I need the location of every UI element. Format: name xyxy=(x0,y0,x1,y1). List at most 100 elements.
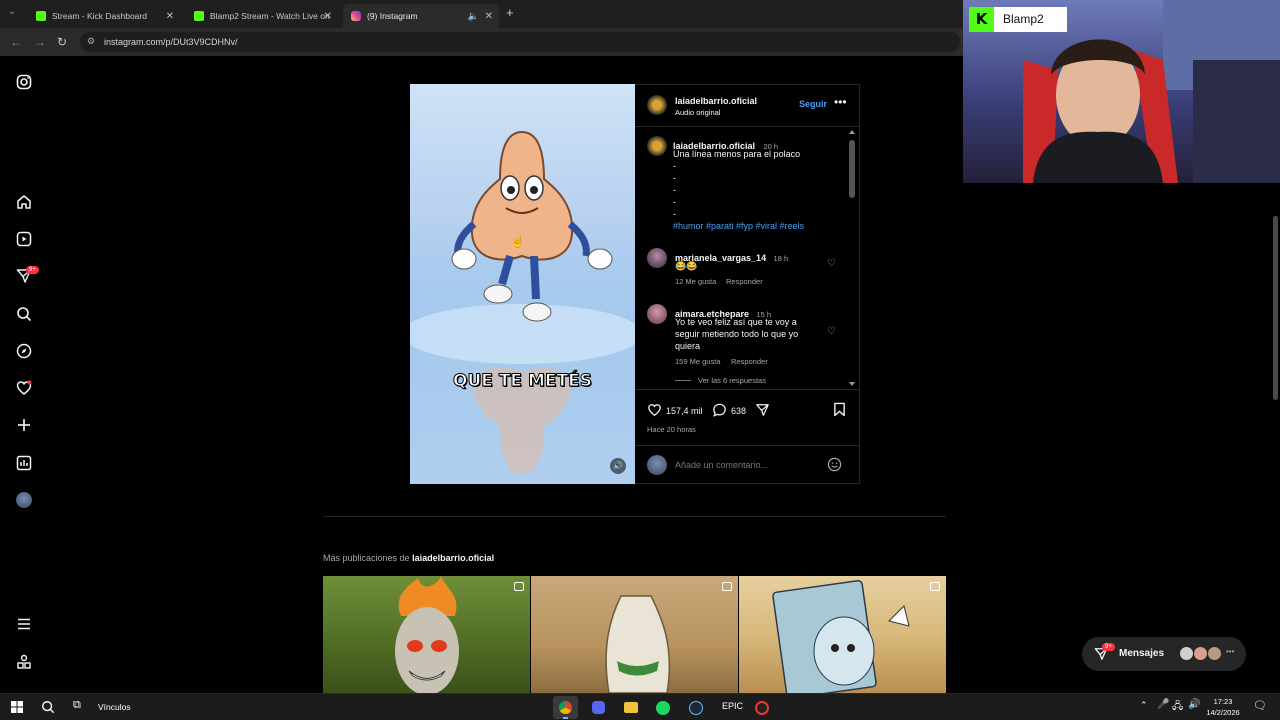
more-posts-author[interactable]: laiadelbarrio.oficial xyxy=(412,553,494,563)
nose-character-illustration xyxy=(410,130,635,484)
profile-avatar[interactable] xyxy=(16,492,32,508)
close-tab-icon[interactable]: ✕ xyxy=(485,11,493,22)
show-hidden-icons-chevron-icon[interactable]: ⌃ xyxy=(1140,700,1148,711)
commenter-avatar[interactable] xyxy=(647,248,667,268)
task-view-icon[interactable]: ⧉ xyxy=(73,699,81,712)
more-posts-heading: Más publicaciones de laiadelbarrio.ofici… xyxy=(323,553,494,563)
spotify-icon[interactable] xyxy=(656,701,670,715)
more-apps-icon[interactable] xyxy=(16,654,32,670)
current-user-avatar xyxy=(647,455,667,475)
messages-label: Mensajes xyxy=(1119,648,1165,659)
commenter-avatar[interactable] xyxy=(647,304,667,324)
comment-count[interactable]: 638 xyxy=(731,406,746,416)
site-info-icon[interactable]: ⚙ xyxy=(87,36,95,47)
tab-blamp2-stream[interactable]: Blamp2 Stream - Watch Live on ✕ xyxy=(186,4,338,28)
add-comment-input[interactable] xyxy=(675,457,815,473)
tab-instagram[interactable]: (9) Instagram 🔈 ✕ xyxy=(343,4,499,28)
vinculos-toolbar[interactable]: Vínculos xyxy=(98,702,131,712)
microphone-icon[interactable]: 🎤 xyxy=(1157,699,1169,710)
comments-list[interactable]: laiadelbarrio.oficial 20 h Una línea men… xyxy=(635,128,859,390)
channel-name-badge: K Blamp2 xyxy=(969,7,1067,32)
close-tab-icon[interactable]: ✕ xyxy=(166,11,174,22)
network-icon[interactable]: 🖧 xyxy=(1172,699,1183,716)
comment-likes[interactable]: 12 Me gusta xyxy=(675,277,716,286)
search-icon[interactable] xyxy=(16,306,32,322)
clock-time[interactable]: 17:23 xyxy=(1206,697,1240,706)
kick-icon xyxy=(36,11,46,21)
messages-badge: 9+ xyxy=(1102,643,1115,651)
heart-notifications-icon[interactable] xyxy=(16,380,32,396)
post-video[interactable]: QUE TE METÉS 🔊 ☝ xyxy=(410,84,635,484)
post-author[interactable]: laiadelbarrio.oficial xyxy=(675,96,757,106)
clock-date[interactable]: 14/2/2026 xyxy=(1204,708,1242,717)
forward-arrow-icon[interactable]: → xyxy=(34,35,46,49)
unmute-speaker-icon[interactable]: 🔊 xyxy=(610,458,626,474)
tab-list-chevron-icon[interactable]: ⌄ xyxy=(8,6,16,17)
caption-dash: - xyxy=(673,185,676,195)
notification-center-icon[interactable]: 🗨 xyxy=(1253,699,1267,712)
caption-dash: - xyxy=(673,161,676,171)
tab-title: Stream - Kick Dashboard xyxy=(52,11,147,21)
emoji-icon[interactable] xyxy=(827,457,842,472)
reels-icon[interactable] xyxy=(16,231,32,247)
home-icon[interactable] xyxy=(16,194,32,210)
dashboard-icon[interactable] xyxy=(16,455,32,471)
audio-label[interactable]: Audio original xyxy=(675,108,720,117)
explore-compass-icon[interactable] xyxy=(16,343,32,359)
volume-icon[interactable]: 🔊 xyxy=(1188,699,1200,710)
windows-start-icon[interactable] xyxy=(11,701,23,713)
post-header: laiadelbarrio.oficial Audio original Seg… xyxy=(635,85,859,127)
comment-likes[interactable]: 159 Me gusta xyxy=(675,357,720,366)
more-posts-label: Más publicaciones de xyxy=(323,553,410,563)
search-icon[interactable] xyxy=(41,700,55,714)
share-send-icon[interactable] xyxy=(755,403,770,417)
more-posts-divider xyxy=(323,516,946,517)
comments-scrollbar[interactable] xyxy=(849,130,855,386)
reload-icon[interactable]: ↻ xyxy=(57,35,67,49)
author-avatar[interactable] xyxy=(647,136,667,156)
posted-time[interactable]: Hace 20 horas xyxy=(647,425,696,434)
caption-hashtags[interactable]: #humor #parati #fyp #viral #reels xyxy=(673,220,804,232)
more-options-icon[interactable]: ••• xyxy=(834,95,847,109)
file-explorer-icon[interactable] xyxy=(624,702,638,713)
like-count[interactable]: 157,4 mil xyxy=(666,406,703,416)
comment-like-heart-icon[interactable]: ♡ xyxy=(827,258,836,269)
reply-button[interactable]: Responder xyxy=(731,357,768,366)
obs-icon[interactable] xyxy=(755,701,769,715)
speaker-icon[interactable]: 🔈 xyxy=(468,11,479,22)
instagram-logo-icon[interactable] xyxy=(16,74,32,90)
tab-kick-dashboard[interactable]: Stream - Kick Dashboard ✕ xyxy=(28,4,180,28)
tab-title: Blamp2 Stream - Watch Live on xyxy=(210,11,330,21)
more-conversations-icon: ••• xyxy=(1226,647,1235,656)
steam-icon[interactable] xyxy=(689,701,703,715)
author-avatar[interactable] xyxy=(647,95,667,115)
related-post-thumbnail[interactable] xyxy=(323,576,530,693)
reel-indicator-icon xyxy=(722,582,732,591)
new-tab-button[interactable]: + xyxy=(506,5,514,20)
related-post-thumbnail[interactable] xyxy=(739,576,946,693)
kick-logo-icon: K xyxy=(969,7,994,32)
save-bookmark-icon[interactable] xyxy=(833,402,846,417)
follow-button[interactable]: Seguir xyxy=(799,99,827,109)
back-arrow-icon[interactable]: ← xyxy=(10,35,22,49)
conversation-avatar xyxy=(1193,646,1208,661)
like-heart-icon[interactable] xyxy=(647,403,662,417)
menu-hamburger-icon[interactable] xyxy=(16,616,32,632)
chrome-taskbar-button[interactable] xyxy=(553,696,578,719)
caption-dash: - xyxy=(673,197,676,207)
add-comment-bar xyxy=(635,445,859,483)
view-replies-link[interactable]: Ver las 6 respuestas xyxy=(698,376,766,385)
close-tab-icon[interactable]: ✕ xyxy=(324,11,332,22)
conversation-avatar xyxy=(1179,646,1194,661)
epic-games-icon[interactable]: EPIC xyxy=(722,701,743,711)
create-plus-icon[interactable] xyxy=(16,417,32,433)
url-field[interactable]: ⚙ instagram.com/p/DUt3V9CDHNv/ xyxy=(80,32,960,52)
comment-like-heart-icon[interactable]: ♡ xyxy=(827,326,836,337)
related-post-thumbnail[interactable] xyxy=(531,576,738,693)
comment-bubble-icon[interactable] xyxy=(712,403,727,417)
instagram-favicon-icon xyxy=(351,11,361,21)
messages-button[interactable]: 9+ Mensajes ••• xyxy=(1082,637,1246,671)
reply-button[interactable]: Responder xyxy=(726,277,763,286)
comment-text: 😂😂 xyxy=(675,261,698,271)
discord-icon[interactable] xyxy=(592,701,605,714)
